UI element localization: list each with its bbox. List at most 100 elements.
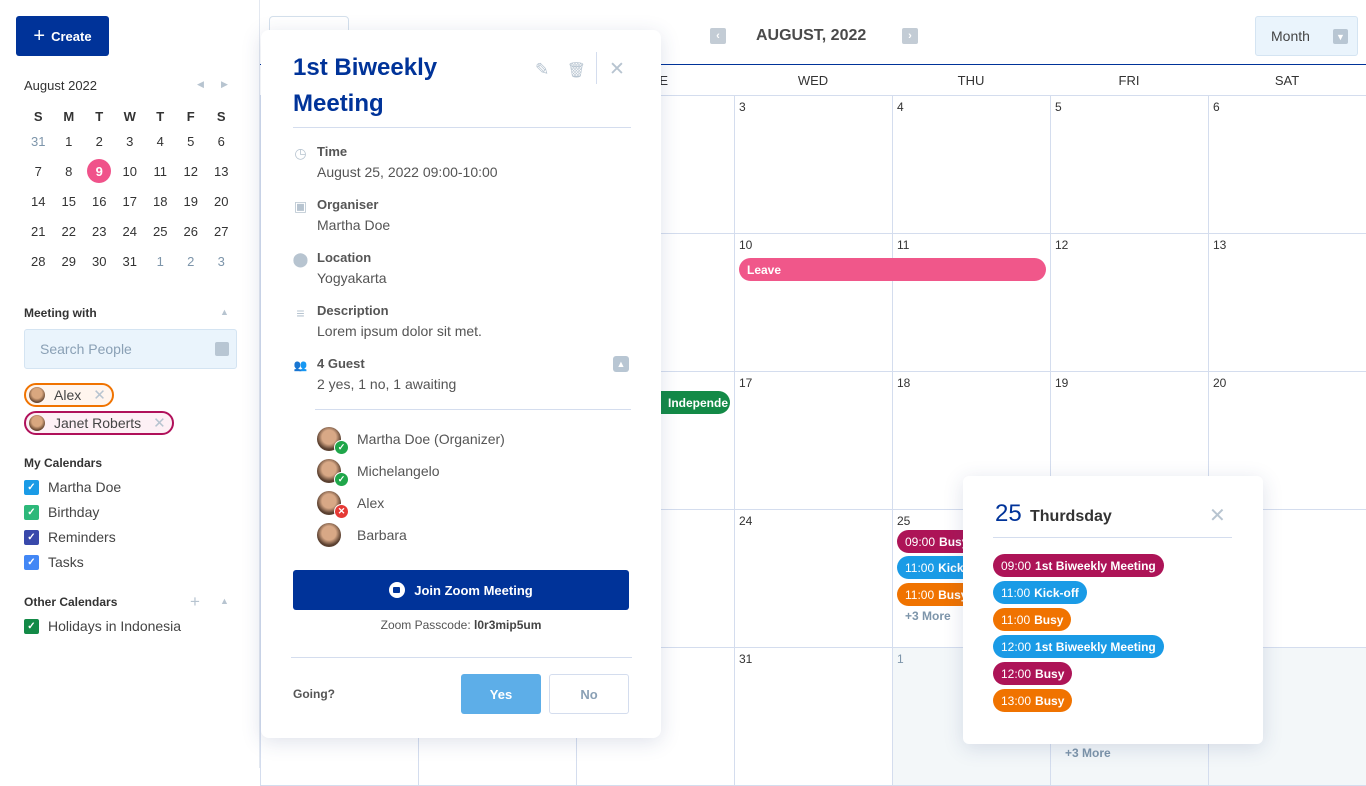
zoom-passcode: Zoom Passcode: l0r3mip5um [261,618,661,632]
day-cell[interactable]: 17 [734,372,892,510]
remove-icon[interactable]: ✕ [93,386,106,404]
mini-day[interactable]: 22 [54,216,85,246]
search-people-input[interactable]: Search People [24,329,237,369]
mini-day[interactable]: 20 [206,186,237,216]
calendar-item[interactable]: ✓ Reminders [24,529,116,545]
mini-day[interactable]: 8 [54,156,85,186]
event-leave[interactable]: Leave [739,258,1046,281]
mini-day[interactable]: 24 [115,216,146,246]
mini-day[interactable]: 7 [23,156,54,186]
close-icon[interactable]: ✕ [1209,503,1226,528]
view-select[interactable]: Month ▼ [1255,16,1358,56]
day-cell[interactable]: 24 [734,510,892,648]
mini-day[interactable]: 21 [23,216,54,246]
day-cell[interactable]: 5 [1050,96,1208,234]
day-event[interactable]: 13:00 Busy [993,689,1073,712]
mini-day[interactable]: 5 [176,126,207,156]
day-cell[interactable]: 4 [892,96,1050,234]
day-event[interactable]: 11:00 Kick-off [993,581,1087,604]
mini-day[interactable]: 28 [23,246,54,276]
collapse-guests-button[interactable]: ▲ [613,356,629,372]
mini-day[interactable]: 6 [206,126,237,156]
passcode-value: l0r3mip5um [474,618,542,632]
day-cell[interactable]: 11 [892,234,1050,372]
mini-prev-icon[interactable]: ◀ [197,79,204,90]
collapse-up-icon[interactable]: ▲ [220,596,229,606]
prev-month-button[interactable]: ‹ [710,28,726,44]
mini-day-today[interactable]: 9 [84,156,115,186]
avatar: ✕ [317,491,349,519]
checkbox[interactable]: ✓ [24,529,39,545]
mini-day[interactable]: 11 [145,156,176,186]
mini-day[interactable]: 18 [145,186,176,216]
field-value: Lorem ipsum dolor sit met. [317,323,482,339]
checkbox[interactable]: ✓ [24,554,39,570]
join-zoom-button[interactable]: Join Zoom Meeting [293,570,629,610]
day-cell[interactable]: 10 [734,234,892,372]
collapse-up-icon[interactable]: ▲ [220,307,229,317]
calendar-item[interactable]: ✓ Tasks [24,554,84,570]
mini-day[interactable]: 14 [23,186,54,216]
mini-day[interactable]: 10 [115,156,146,186]
calendar-item[interactable]: ✓ Birthday [24,504,99,520]
mini-day[interactable]: 13 [206,156,237,186]
day-cell[interactable]: 3 [734,96,892,234]
mini-day[interactable]: 4 [145,126,176,156]
add-calendar-icon[interactable]: + [190,592,200,612]
day-cell[interactable]: 6 [1208,96,1366,234]
more-events-link[interactable]: +3 More [1065,746,1111,760]
mini-day[interactable]: 27 [206,216,237,246]
day-cell[interactable]: 13 [1208,234,1366,372]
remove-icon[interactable]: ✕ [153,414,166,432]
check-badge-icon: ✓ [334,472,349,487]
mini-day[interactable]: 17 [115,186,146,216]
checkbox[interactable]: ✓ [24,479,39,495]
no-button[interactable]: No [549,674,629,714]
person-chip-janet[interactable]: Janet Roberts ✕ [24,411,174,435]
next-month-button[interactable]: › [902,28,918,44]
day-event[interactable]: 11:00 Busy [993,608,1072,631]
field-value: 2 yes, 1 no, 1 awaiting [317,376,457,392]
create-button[interactable]: + Create [16,16,109,56]
calendar-item[interactable]: ✓ Holidays in Indonesia [24,618,181,634]
day-number: 4 [897,100,904,114]
weekday-label: T [95,108,104,124]
checkbox[interactable]: ✓ [24,504,39,520]
day-cell[interactable]: 31 [734,648,892,786]
mini-day[interactable]: 15 [54,186,85,216]
mini-day[interactable]: 30 [84,246,115,276]
day-cell[interactable]: 12 [1050,234,1208,372]
mini-day[interactable]: 26 [176,216,207,246]
mini-day[interactable]: 2 [176,246,207,276]
weekday-header: WED [734,65,892,96]
mini-day[interactable]: 1 [54,126,85,156]
mini-day[interactable]: 3 [115,126,146,156]
mini-day[interactable]: 25 [145,216,176,246]
mini-day[interactable]: 3 [206,246,237,276]
day-event[interactable]: 12:00 1st Biweekly Meeting [993,635,1164,658]
mini-day[interactable]: 29 [54,246,85,276]
mini-day[interactable]: 1 [145,246,176,276]
today-marker: 9 [87,159,112,183]
calendar-label: Tasks [48,554,84,570]
mini-day[interactable]: 19 [176,186,207,216]
mini-day[interactable]: 31 [115,246,146,276]
mini-day[interactable]: 23 [84,216,115,246]
day-event[interactable]: 12:00 Busy [993,662,1073,685]
mini-day[interactable]: 31 [23,126,54,156]
trash-icon[interactable]: 🗑 [567,61,586,79]
person-chip-alex[interactable]: Alex ✕ [24,383,114,407]
avatar: ✓ [317,459,349,487]
mini-day[interactable]: 16 [84,186,115,216]
mini-day[interactable]: 2 [84,126,115,156]
event-time: 09:00 [1001,558,1032,573]
edit-icon[interactable]: ✎ [535,60,549,80]
calendar-item[interactable]: ✓ Martha Doe [24,479,121,495]
mini-next-icon[interactable]: ▶ [221,79,228,90]
yes-button[interactable]: Yes [461,674,541,714]
more-events-link[interactable]: +3 More [905,609,951,623]
day-event[interactable]: 09:00 1st Biweekly Meeting [993,554,1164,577]
checkbox[interactable]: ✓ [24,618,39,634]
close-icon[interactable]: ✕ [609,58,625,81]
mini-day[interactable]: 12 [176,156,207,186]
